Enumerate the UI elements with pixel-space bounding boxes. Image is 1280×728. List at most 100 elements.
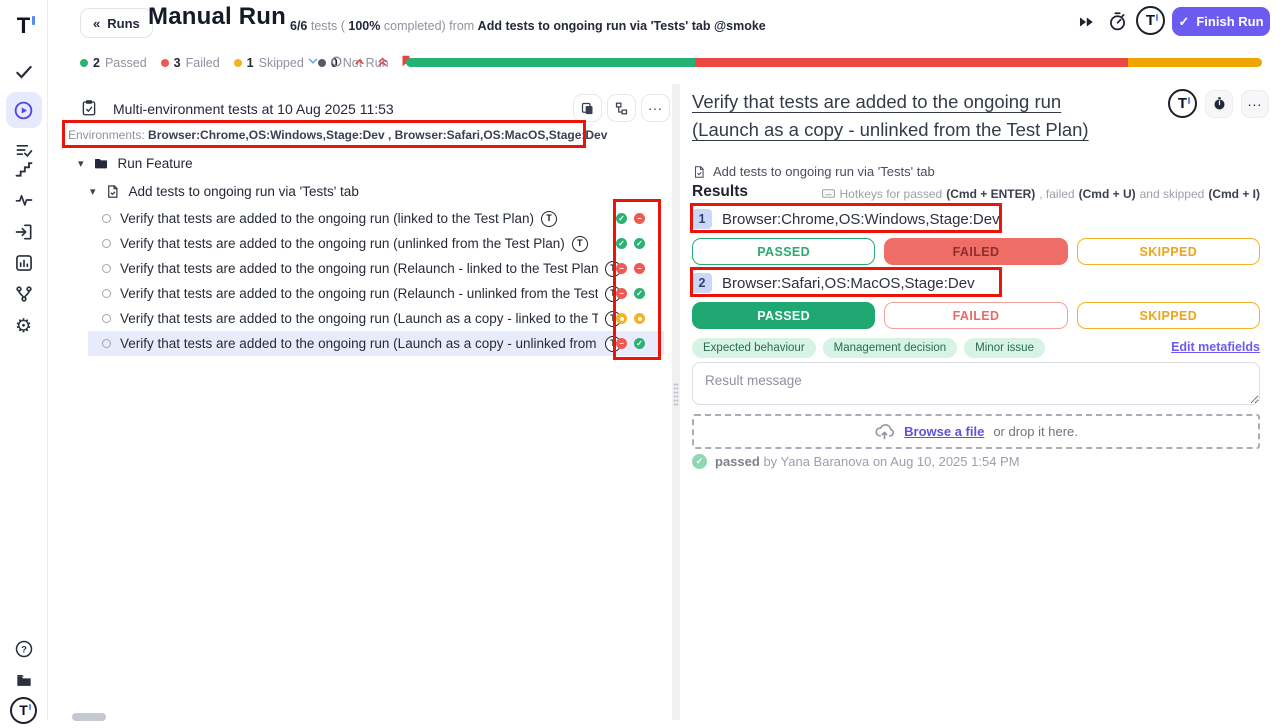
test-logo-icon: T bbox=[541, 211, 557, 227]
finish-run-button[interactable]: ✓ Finish Run bbox=[1172, 7, 1270, 36]
test-status-ring[interactable] bbox=[102, 264, 111, 273]
test-env-statuses: −✓ bbox=[616, 288, 645, 299]
status-count: 1Skipped bbox=[234, 56, 304, 70]
result-buttons-row: PASSED FAILED SKIPPED bbox=[692, 302, 1260, 329]
status-count: 2Passed bbox=[80, 56, 147, 70]
metafield-tag[interactable]: Expected behaviour bbox=[692, 338, 816, 358]
skipped-button[interactable]: SKIPPED bbox=[1077, 302, 1260, 329]
test-row[interactable]: Verify that tests are added to the ongoi… bbox=[88, 331, 664, 356]
metafield-tag[interactable]: Management decision bbox=[823, 338, 958, 358]
status-dot bbox=[234, 59, 242, 67]
tests-check-icon[interactable] bbox=[6, 54, 42, 90]
tree-view-button[interactable] bbox=[607, 94, 636, 122]
test-title: Verify that tests are added to the ongoi… bbox=[120, 336, 598, 351]
run-summary-text: 6/6 tests ( 100% completed) from Add tes… bbox=[290, 19, 766, 33]
panel-resize-divider[interactable]: •••••••••••• bbox=[672, 84, 680, 720]
status-passed-icon: ✓ bbox=[616, 213, 627, 224]
test-title: Verify that tests are added to the ongoi… bbox=[120, 236, 565, 251]
suite-label: Add tests to ongoing run via 'Tests' tab bbox=[129, 184, 359, 199]
skipped-button[interactable]: SKIPPED bbox=[1077, 238, 1260, 265]
test-env-statuses: ✓✓ bbox=[616, 238, 645, 249]
test-env-statuses: −− bbox=[616, 263, 645, 274]
results-heading: Results bbox=[692, 183, 748, 201]
runs-play-icon[interactable] bbox=[6, 92, 42, 128]
test-row[interactable]: Verify that tests are added to the ongoi… bbox=[88, 281, 664, 306]
test-status-ring[interactable] bbox=[102, 314, 111, 323]
branches-icon[interactable] bbox=[6, 276, 42, 312]
passed-button[interactable]: PASSED bbox=[692, 302, 875, 329]
svg-text:?: ? bbox=[21, 644, 27, 654]
status-passed-icon: ✓ bbox=[634, 238, 645, 249]
back-chevrons: « bbox=[93, 16, 100, 31]
tree-suite-row[interactable]: ▾ Add tests to ongoing run via 'Tests' t… bbox=[90, 184, 359, 199]
result-message-input[interactable] bbox=[692, 362, 1260, 405]
chevron-down-icon[interactable]: ▾ bbox=[78, 157, 84, 170]
double-chevron-up-icon[interactable] bbox=[376, 55, 389, 68]
test-detail-title[interactable]: Verify that tests are added to the ongoi… bbox=[692, 88, 1162, 144]
test-env-statuses: ✓− bbox=[616, 213, 645, 224]
detail-more-options-button[interactable]: ... bbox=[1241, 90, 1269, 118]
test-title: Verify that tests are added to the ongoi… bbox=[120, 261, 598, 276]
duplicate-run-button[interactable] bbox=[573, 94, 602, 122]
suite-file-icon bbox=[692, 165, 706, 179]
detail-suite-breadcrumb[interactable]: Add tests to ongoing run via 'Tests' tab bbox=[692, 164, 935, 179]
passed-button[interactable]: PASSED bbox=[692, 238, 875, 265]
timer-button[interactable] bbox=[1205, 90, 1233, 118]
fast-forward-icon[interactable] bbox=[1077, 13, 1095, 31]
browse-file-link[interactable]: Browse a file bbox=[904, 424, 984, 439]
tree-folder-row[interactable]: ▾ Run Feature bbox=[78, 155, 193, 171]
metafield-tag[interactable]: Minor issue bbox=[964, 338, 1045, 358]
hotkeys-hint: Hotkeys for passed (Cmd + ENTER) , faile… bbox=[821, 186, 1260, 201]
environment-index-badge: 1 bbox=[692, 209, 712, 229]
test-title: Verify that tests are added to the ongoi… bbox=[120, 211, 534, 226]
failed-button[interactable]: FAILED bbox=[884, 302, 1067, 329]
detail-title-icons: T ... bbox=[1168, 89, 1269, 118]
status-failed-icon: − bbox=[634, 263, 645, 274]
status-failed-icon: − bbox=[616, 288, 627, 299]
progress-segment bbox=[695, 58, 1127, 67]
edit-metafields-link[interactable]: Edit metafields bbox=[1171, 340, 1260, 354]
test-status-ring[interactable] bbox=[102, 239, 111, 248]
settings-gear-icon[interactable]: ⚙ bbox=[6, 308, 42, 344]
test-status-ring[interactable] bbox=[102, 339, 111, 348]
environment-label: 2Browser:Safari,OS:MacOS,Stage:Dev bbox=[692, 269, 1002, 297]
failed-button[interactable]: FAILED bbox=[884, 238, 1067, 265]
test-row[interactable]: Verify that tests are added to the ongoi… bbox=[88, 206, 664, 231]
test-row[interactable]: Verify that tests are added to the ongoi… bbox=[88, 306, 664, 331]
run-progress-bar bbox=[406, 58, 1262, 67]
test-row[interactable]: Verify that tests are added to the ongoi… bbox=[88, 231, 664, 256]
app-logo[interactable]: T bbox=[6, 8, 42, 44]
file-drop-zone[interactable]: Browse a file or drop it here. bbox=[692, 414, 1260, 449]
user-avatar-logo[interactable]: T bbox=[1136, 6, 1165, 35]
chevron-down-icon[interactable] bbox=[306, 54, 320, 68]
profile-logo-icon[interactable]: T bbox=[6, 692, 42, 728]
test-status-ring[interactable] bbox=[102, 289, 111, 298]
suite-file-icon bbox=[105, 184, 120, 199]
chevron-down-icon[interactable]: ▾ bbox=[90, 185, 96, 198]
status-failed-icon: − bbox=[616, 338, 627, 349]
status-skipped-icon bbox=[634, 313, 645, 324]
timer-icon[interactable] bbox=[1107, 11, 1128, 32]
run-title: Multi-environment tests at 10 Aug 2025 1… bbox=[113, 101, 394, 117]
test-env-statuses: −✓ bbox=[616, 338, 645, 349]
status-passed-icon: ✓ bbox=[634, 288, 645, 299]
check-icon: ✓ bbox=[1178, 14, 1189, 30]
back-to-runs-button[interactable]: « Runs bbox=[80, 8, 153, 38]
metafield-tags: Expected behaviour Management decision Min… bbox=[692, 338, 1045, 358]
test-title: Verify that tests are added to the ongoi… bbox=[120, 311, 598, 326]
chevron-up-icon[interactable] bbox=[353, 55, 366, 68]
status-dot bbox=[161, 59, 169, 67]
circle-icon[interactable] bbox=[330, 55, 343, 68]
test-list: Verify that tests are added to the ongoi… bbox=[88, 206, 664, 356]
run-more-options-button[interactable]: ... bbox=[641, 94, 670, 122]
assignee-avatar-logo[interactable]: T bbox=[1168, 89, 1197, 118]
analytics-pulse-icon[interactable] bbox=[6, 182, 42, 218]
result-history-line: ✓ passed by Yana Baranova on Aug 10, 202… bbox=[692, 454, 1020, 469]
page-title: Manual Run bbox=[148, 3, 286, 31]
test-row[interactable]: Verify that tests are added to the ongoi… bbox=[88, 256, 664, 281]
status-passed-icon: ✓ bbox=[616, 238, 627, 249]
environments-line: Environments: Browser:Chrome,OS:Windows,… bbox=[68, 128, 607, 142]
environment-index-badge: 2 bbox=[692, 273, 712, 293]
test-status-ring[interactable] bbox=[102, 214, 111, 223]
resize-handle-dots: •••••••••••• bbox=[673, 384, 679, 408]
